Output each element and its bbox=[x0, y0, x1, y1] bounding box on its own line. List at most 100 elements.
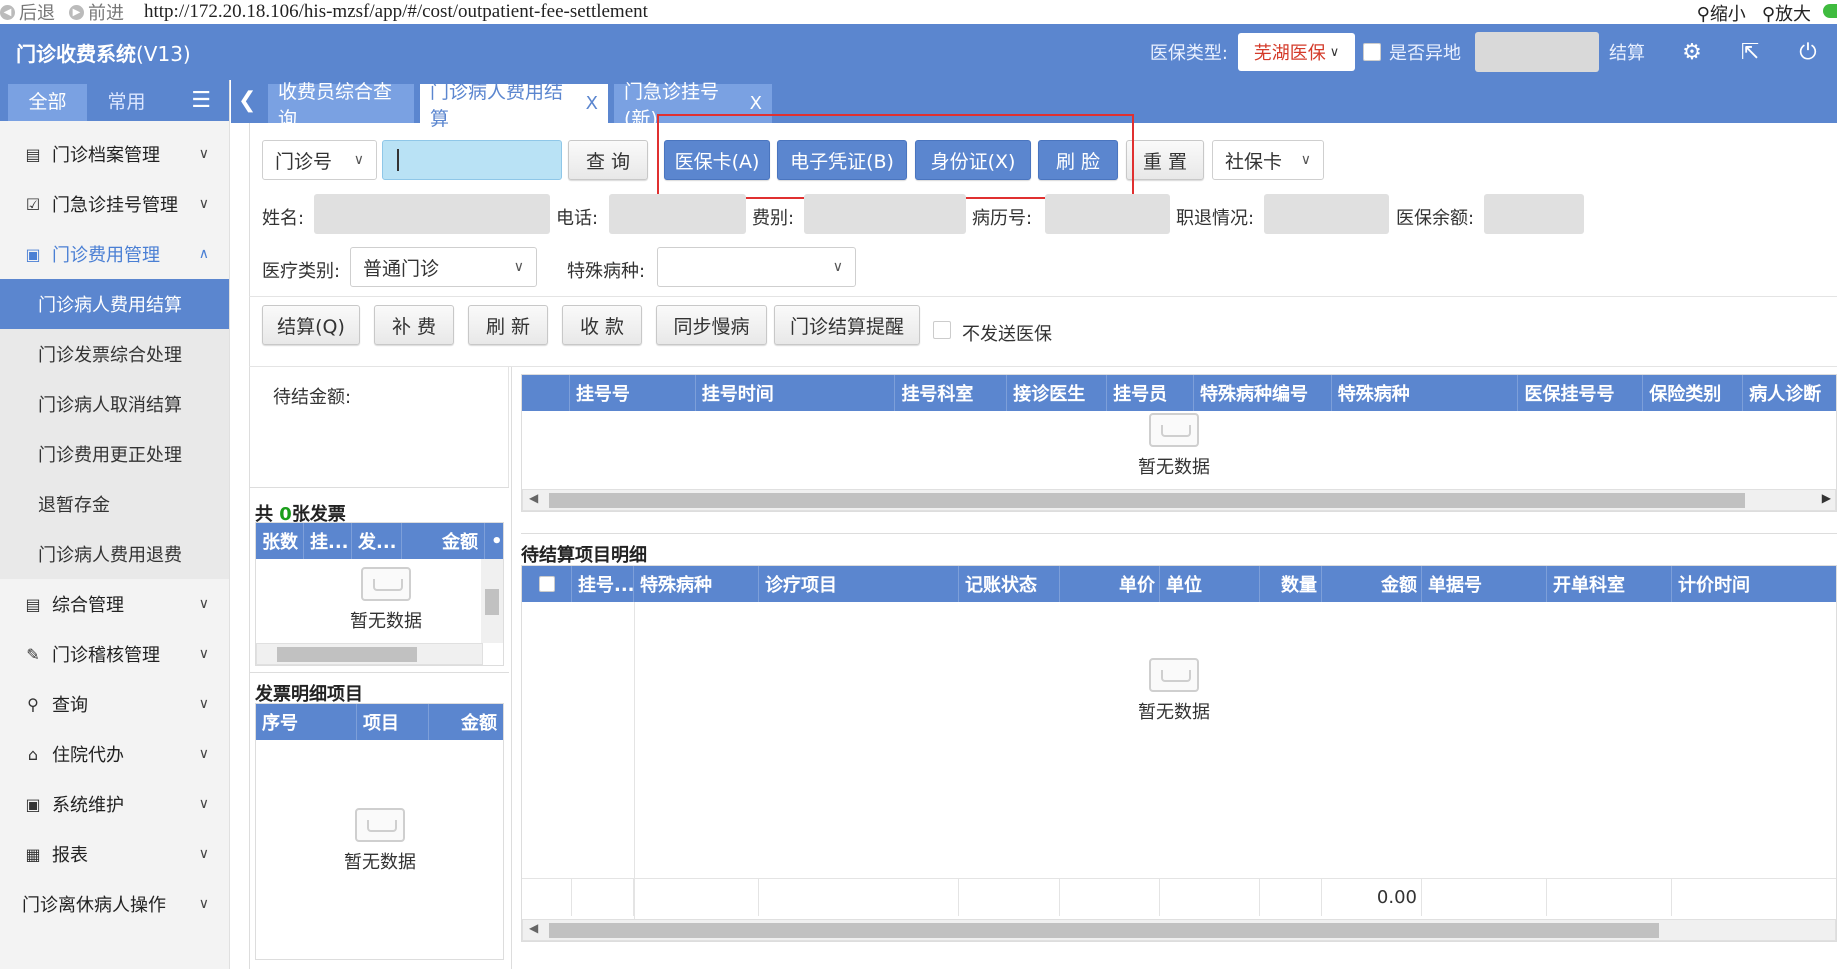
scrollbar-thumb[interactable] bbox=[277, 647, 417, 662]
search-icon: ⚲ bbox=[27, 694, 39, 714]
chevron-down-icon: ∨ bbox=[513, 259, 524, 275]
chevron-down-icon: ∨ bbox=[198, 196, 209, 212]
sidebar-subitem-invoice[interactable]: 门诊发票综合处理 bbox=[0, 329, 229, 379]
sidebar-item-fee-management[interactable]: ▣ 门诊费用管理 ∧ bbox=[0, 229, 229, 279]
reset-button[interactable]: 重 置 bbox=[1126, 140, 1204, 180]
scroll-left-icon[interactable]: ◀ bbox=[529, 491, 538, 505]
horizontal-scrollbar[interactable]: ◀ bbox=[522, 919, 1836, 941]
col-header: 挂号时间 bbox=[696, 375, 896, 411]
url-field[interactable]: http://172.20.18.106/his-mzsf/app/#/cost… bbox=[144, 1, 648, 23]
sidebar-item-archive[interactable]: ▤ 门诊档案管理 ∨ bbox=[0, 129, 229, 179]
sidebar-tab-common[interactable]: 常用 bbox=[87, 84, 166, 121]
chevron-left-icon[interactable]: ❮ bbox=[238, 88, 256, 113]
col-header: 挂号科室 bbox=[895, 375, 1008, 411]
vertical-scrollbar[interactable] bbox=[481, 559, 503, 643]
horizontal-scrollbar[interactable]: ◀ ▶ bbox=[522, 489, 1836, 511]
collect-button[interactable]: 收 款 bbox=[562, 305, 642, 345]
remote-checkbox[interactable] bbox=[1363, 43, 1381, 61]
no-send-checkbox[interactable] bbox=[933, 321, 951, 339]
med-category-label: 医疗类别: bbox=[262, 261, 341, 282]
col-header: 开单科室 bbox=[1547, 566, 1672, 602]
back-button[interactable]: ◀ 后退 bbox=[0, 0, 55, 25]
scrollbar-thumb[interactable] bbox=[549, 493, 1745, 508]
settle-label[interactable]: 结算 bbox=[1609, 39, 1645, 65]
col-header: 发... bbox=[352, 523, 402, 559]
fee-type-label: 费别: bbox=[752, 208, 795, 229]
pending-items-grid: 挂号... 特殊病种 诊疗项目 记账状态 单价 单位 数量 金额 单据号 开单科… bbox=[521, 565, 1837, 942]
chevron-down-icon: ∨ bbox=[198, 696, 209, 712]
zoom-in-icon: ⚲ bbox=[1761, 4, 1775, 25]
scroll-left-icon[interactable]: ◀ bbox=[529, 921, 538, 935]
forward-icon: ▶ bbox=[69, 4, 84, 20]
record-field bbox=[1045, 194, 1170, 234]
scrollbar-thumb[interactable] bbox=[549, 923, 1659, 938]
zoom-in-button[interactable]: ⚲放大 bbox=[1762, 0, 1811, 26]
totals-cell bbox=[1260, 879, 1322, 916]
balance-field bbox=[1484, 194, 1584, 234]
id-type-select[interactable]: 门诊号 ∨ bbox=[262, 140, 377, 180]
fee-icon: ▣ bbox=[25, 244, 41, 264]
col-header: 金额 bbox=[402, 523, 485, 559]
sidebar-item-general[interactable]: ▤ 综合管理 ∨ bbox=[0, 579, 229, 629]
sync-button[interactable]: 同步慢病 bbox=[656, 305, 767, 345]
sidebar-subitem-cancel-settlement[interactable]: 门诊病人取消结算 bbox=[0, 379, 229, 429]
insurance-type-select[interactable]: 芜湖医保 ∨ bbox=[1238, 33, 1355, 71]
col-header: 特殊病种 bbox=[634, 566, 759, 602]
menu-icon[interactable]: ☰ bbox=[191, 88, 211, 113]
sidebar-subitem-correction[interactable]: 门诊费用更正处理 bbox=[0, 429, 229, 479]
remote-input[interactable] bbox=[1475, 32, 1599, 72]
sidebar-subitem-refund-deposit[interactable]: 退暂存金 bbox=[0, 479, 229, 529]
record-label: 病历号: bbox=[972, 208, 1033, 229]
sidebar-item-inpatient[interactable]: ⌂ 住院代办 ∨ bbox=[0, 729, 229, 779]
empty-tray-icon bbox=[1149, 658, 1199, 692]
sidebar-item-query[interactable]: ⚲ 查询 ∨ bbox=[0, 679, 229, 729]
totals-row: 0.00 bbox=[522, 878, 1836, 916]
col-header: 保险类别 bbox=[1643, 375, 1744, 411]
close-icon[interactable]: X bbox=[750, 93, 762, 114]
tab-cashier-query[interactable]: 收费员综合查询 bbox=[268, 81, 414, 130]
sidebar-item-reports[interactable]: ▦ 报表 ∨ bbox=[0, 829, 229, 879]
highlight-box bbox=[657, 114, 1134, 199]
id-input[interactable] bbox=[382, 140, 562, 180]
query-button[interactable]: 查 询 bbox=[568, 140, 648, 180]
header-toolbar: 医保类型: 芜湖医保 ∨ 是否异地 结算 ⚙ ⇱ ⏻ bbox=[1150, 24, 1837, 80]
close-icon[interactable]: X bbox=[586, 93, 598, 114]
supplement-button[interactable]: 补 费 bbox=[374, 305, 454, 345]
reminder-button[interactable]: 门诊结算提醒 bbox=[774, 305, 920, 345]
monitor-icon: ▣ bbox=[25, 794, 41, 814]
chart-icon: ▦ bbox=[25, 844, 41, 864]
job-label: 职退情况: bbox=[1176, 208, 1255, 229]
power-icon[interactable]: ⏻ bbox=[1779, 40, 1837, 65]
sidebar-subitem-settlement[interactable]: 门诊病人费用结算 bbox=[0, 279, 229, 329]
med-category-select[interactable]: 普通门诊 ∨ bbox=[350, 247, 537, 287]
sidebar-tab-all[interactable]: 全部 bbox=[8, 84, 87, 121]
splitter[interactable] bbox=[511, 367, 512, 969]
settings-icon[interactable]: ⚙ bbox=[1663, 40, 1721, 65]
clipboard-icon: ☑ bbox=[25, 194, 41, 214]
col-header: 挂号员 bbox=[1107, 375, 1194, 411]
scrollbar-thumb[interactable] bbox=[485, 589, 499, 615]
sidebar-tabs: 全部 常用 ☰ bbox=[0, 80, 229, 121]
select-all-checkbox[interactable] bbox=[538, 576, 555, 592]
export-icon[interactable]: ⇱ bbox=[1721, 40, 1779, 65]
horizontal-scrollbar[interactable] bbox=[256, 643, 483, 665]
social-card-select[interactable]: 社保卡 ∨ bbox=[1212, 140, 1324, 180]
special-disease-select[interactable]: ∨ bbox=[657, 247, 856, 287]
empty-tray-icon bbox=[1149, 413, 1199, 447]
tab-fee-settlement[interactable]: 门诊病人费用结算 X bbox=[420, 81, 608, 130]
total-amount: 0.00 bbox=[1322, 879, 1422, 916]
col-header: 医保挂号号 bbox=[1518, 375, 1644, 411]
sidebar-item-system[interactable]: ▣ 系统维护 ∨ bbox=[0, 779, 229, 829]
settle-button[interactable]: 结算(Q) bbox=[262, 305, 360, 345]
divider bbox=[249, 487, 509, 488]
sidebar-item-audit[interactable]: ✎ 门诊稽核管理 ∨ bbox=[0, 629, 229, 679]
sidebar-item-registration[interactable]: ☑ 门急诊挂号管理 ∨ bbox=[0, 179, 229, 229]
zoom-out-button[interactable]: ⚲缩小 bbox=[1697, 0, 1746, 26]
col-header: 单价 bbox=[1060, 566, 1160, 602]
sidebar-subitem-refund[interactable]: 门诊病人费用退费 bbox=[0, 529, 229, 579]
forward-button[interactable]: ▶ 前进 bbox=[69, 0, 124, 25]
invoice-detail-header: 序号 项目 金额 bbox=[256, 704, 503, 740]
refresh-button[interactable]: 刷 新 bbox=[468, 305, 548, 345]
sidebar-item-retired[interactable]: 门诊离休病人操作 ∨ bbox=[0, 879, 229, 929]
scroll-right-icon[interactable]: ▶ bbox=[1822, 491, 1831, 505]
